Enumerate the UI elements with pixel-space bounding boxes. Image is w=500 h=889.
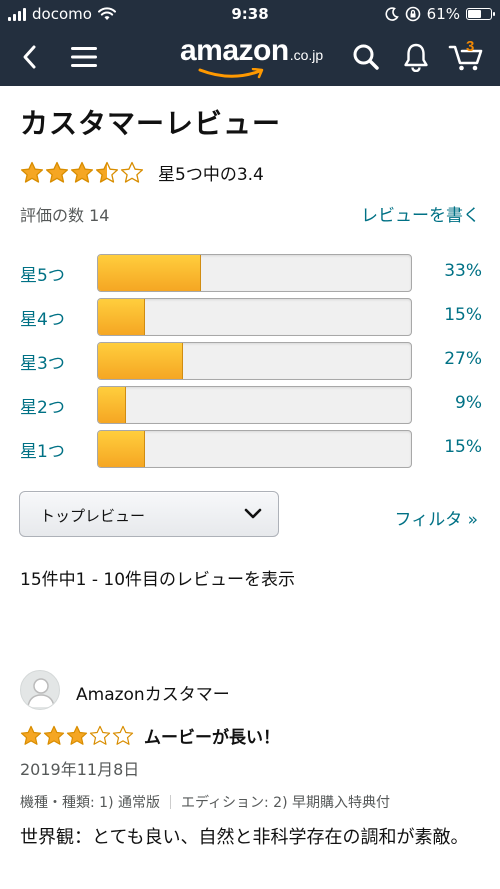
meta-divider [170, 795, 171, 809]
review-body: 世界観：とても良い、自然と非科学存在の調和が素敵。 [20, 827, 469, 848]
star-full-icon [66, 725, 88, 745]
average-rating-text: 星5つ中の3.4 [158, 165, 264, 185]
histogram-row[interactable]: 星4つ 15% [20, 297, 482, 337]
histogram-percent[interactable]: 9% [455, 393, 482, 413]
sort-dropdown[interactable]: トップレビュー [19, 491, 279, 537]
status-bar: docomo 9:38 61% [0, 0, 500, 28]
histogram-row[interactable]: 星1つ 15% [20, 429, 482, 469]
bell-icon [404, 43, 428, 72]
chevron-left-icon [23, 45, 36, 69]
top-nav-bar: amazon.co.jp 3 [0, 28, 500, 86]
histogram-star-label[interactable]: 星5つ [20, 261, 65, 286]
review-format: 機種・種類: 1) 通常版 [20, 795, 160, 811]
cart-count-badge: 3 [466, 38, 475, 55]
histogram-bar-fill [98, 387, 127, 423]
filter-link[interactable]: フィルタ » [395, 505, 478, 530]
histogram-bar[interactable] [97, 386, 412, 424]
avatar [20, 670, 60, 710]
histogram-star-label[interactable]: 星4つ [20, 305, 65, 330]
histogram-row[interactable]: 星3つ 27% [20, 341, 482, 381]
histogram-bar[interactable] [97, 430, 412, 468]
search-icon [353, 44, 379, 70]
review-rating-stars [20, 725, 134, 747]
star-empty-icon [112, 725, 134, 745]
amazon-logo[interactable]: amazon.co.jp [180, 34, 323, 80]
chevron-down-icon [244, 508, 262, 519]
histogram-star-label[interactable]: 星2つ [20, 393, 65, 418]
review-date: 2019年11月8日 [20, 760, 140, 779]
logo-domain: .co.jp [289, 47, 324, 63]
star-full-icon [20, 161, 44, 183]
battery-icon [466, 8, 495, 20]
star-full-icon [43, 725, 65, 745]
cart-button[interactable]: 3 [446, 37, 486, 77]
reviewer-name[interactable]: Amazonカスタマー [76, 680, 230, 705]
notifications-button[interactable] [396, 37, 436, 77]
histogram-bar-fill [98, 299, 145, 335]
rating-count: 評価の数 14 [20, 206, 110, 225]
histogram-row[interactable]: 星2つ 9% [20, 385, 482, 425]
review-header: ムービーが長い！ [20, 723, 280, 748]
histogram-bar-fill [98, 343, 183, 379]
page-title: カスタマーレビュー [20, 107, 282, 140]
star-full-icon [20, 725, 42, 745]
histogram-percent[interactable]: 15% [444, 437, 482, 457]
review-title[interactable]: ムービーが長い！ [144, 723, 280, 748]
moon-icon [385, 7, 399, 21]
star-half-icon [95, 161, 119, 183]
review-edition: エディション: 2) 早期購入特典付 [181, 795, 391, 811]
histogram-bar-fill [98, 255, 202, 291]
histogram-bar[interactable] [97, 298, 412, 336]
histogram-star-label[interactable]: 星3つ [20, 349, 65, 374]
sort-selected-value: トップレビュー [40, 507, 146, 525]
results-count-text: 15件中1 - 10件目のレビューを表示 [20, 570, 296, 590]
histogram-percent[interactable]: 33% [444, 261, 482, 281]
battery-percent: 61% [426, 5, 460, 23]
review-variant-info: 機種・種類: 1) 通常版 エディション: 2) 早期購入特典付 [20, 792, 390, 812]
search-button[interactable] [346, 37, 386, 77]
histogram-percent[interactable]: 15% [444, 305, 482, 325]
logo-wordmark: amazon [180, 34, 289, 67]
histogram-bar[interactable] [97, 254, 412, 292]
average-rating: 星5つ中の3.4 [20, 160, 264, 185]
hamburger-menu-icon [71, 47, 97, 67]
battery-level [468, 10, 481, 18]
histogram-percent[interactable]: 27% [444, 349, 482, 369]
rating-stars [20, 161, 144, 185]
histogram-bar[interactable] [97, 342, 412, 380]
back-button[interactable] [10, 37, 50, 77]
menu-button[interactable] [64, 37, 104, 77]
write-review-link[interactable]: レビューを書く [361, 201, 480, 226]
user-avatar-icon [27, 678, 55, 708]
histogram-star-label[interactable]: 星1つ [20, 437, 65, 462]
star-full-icon [45, 161, 69, 183]
histogram-bar-fill [98, 431, 145, 467]
star-full-icon [70, 161, 94, 183]
star-empty-icon [89, 725, 111, 745]
star-empty-icon [120, 161, 144, 183]
histogram-row[interactable]: 星5つ 33% [20, 253, 482, 293]
orientation-lock-icon [405, 6, 420, 22]
logo-smile-icon [198, 68, 264, 79]
